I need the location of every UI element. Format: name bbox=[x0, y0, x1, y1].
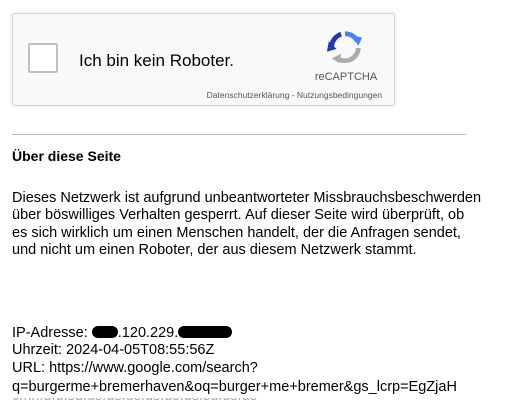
url-query-next: cmhfdfdfsdfdsfdsfdsfdsfdsfdsfsdfdsfds bbox=[12, 398, 502, 407]
url-label: URL: bbox=[12, 359, 50, 376]
time-label: Uhrzeit: bbox=[12, 342, 66, 359]
time-value: 2024-04-05T08:55:56Z bbox=[66, 342, 215, 359]
url-line: URL: https://www.google.com/search? bbox=[12, 360, 258, 377]
request-info: IP-Adresse: .120.229. Uhrzeit: 2024-04-0… bbox=[12, 325, 258, 377]
recaptcha-brand: reCAPTCHA bbox=[314, 71, 378, 83]
ip-label: IP-Adresse: bbox=[12, 325, 92, 341]
url-value: https://www.google.com/search? bbox=[49, 359, 258, 376]
terms-link[interactable]: Nutzungsbedingungen bbox=[297, 90, 382, 100]
legal-links: Datenschutzerklärung - Nutzungsbedingung… bbox=[207, 90, 382, 100]
recaptcha-widget: Ich bin kein Roboter. reCAPTCHA Datensch… bbox=[12, 13, 395, 106]
time-line: Uhrzeit: 2024-04-05T08:55:56Z bbox=[12, 342, 258, 359]
checkbox-label: Ich bin kein Roboter. bbox=[79, 51, 234, 70]
privacy-link[interactable]: Datenschutzerklärung bbox=[207, 90, 290, 100]
about-paragraph: Dieses Netzwerk ist aufgrund unbeantwort… bbox=[12, 190, 482, 259]
divider bbox=[12, 134, 466, 135]
url-query-next-text: cmhfdfdfsdfdsfdsfdsfdsfdsfdsfsdfdsfds bbox=[12, 398, 502, 405]
redaction-bar bbox=[91, 326, 118, 338]
legal-separator: - bbox=[289, 90, 297, 100]
recaptcha-logo-icon bbox=[326, 31, 363, 64]
ip-value: .120.229. bbox=[117, 325, 179, 341]
redaction-bar bbox=[178, 326, 233, 338]
not-robot-checkbox[interactable] bbox=[28, 43, 58, 73]
url-query: q=burgerme+bremerhaven&oq=burger+me+brem… bbox=[12, 379, 457, 395]
about-title: Über diese Seite bbox=[12, 148, 121, 164]
ip-line: IP-Adresse: .120.229. bbox=[12, 325, 258, 342]
